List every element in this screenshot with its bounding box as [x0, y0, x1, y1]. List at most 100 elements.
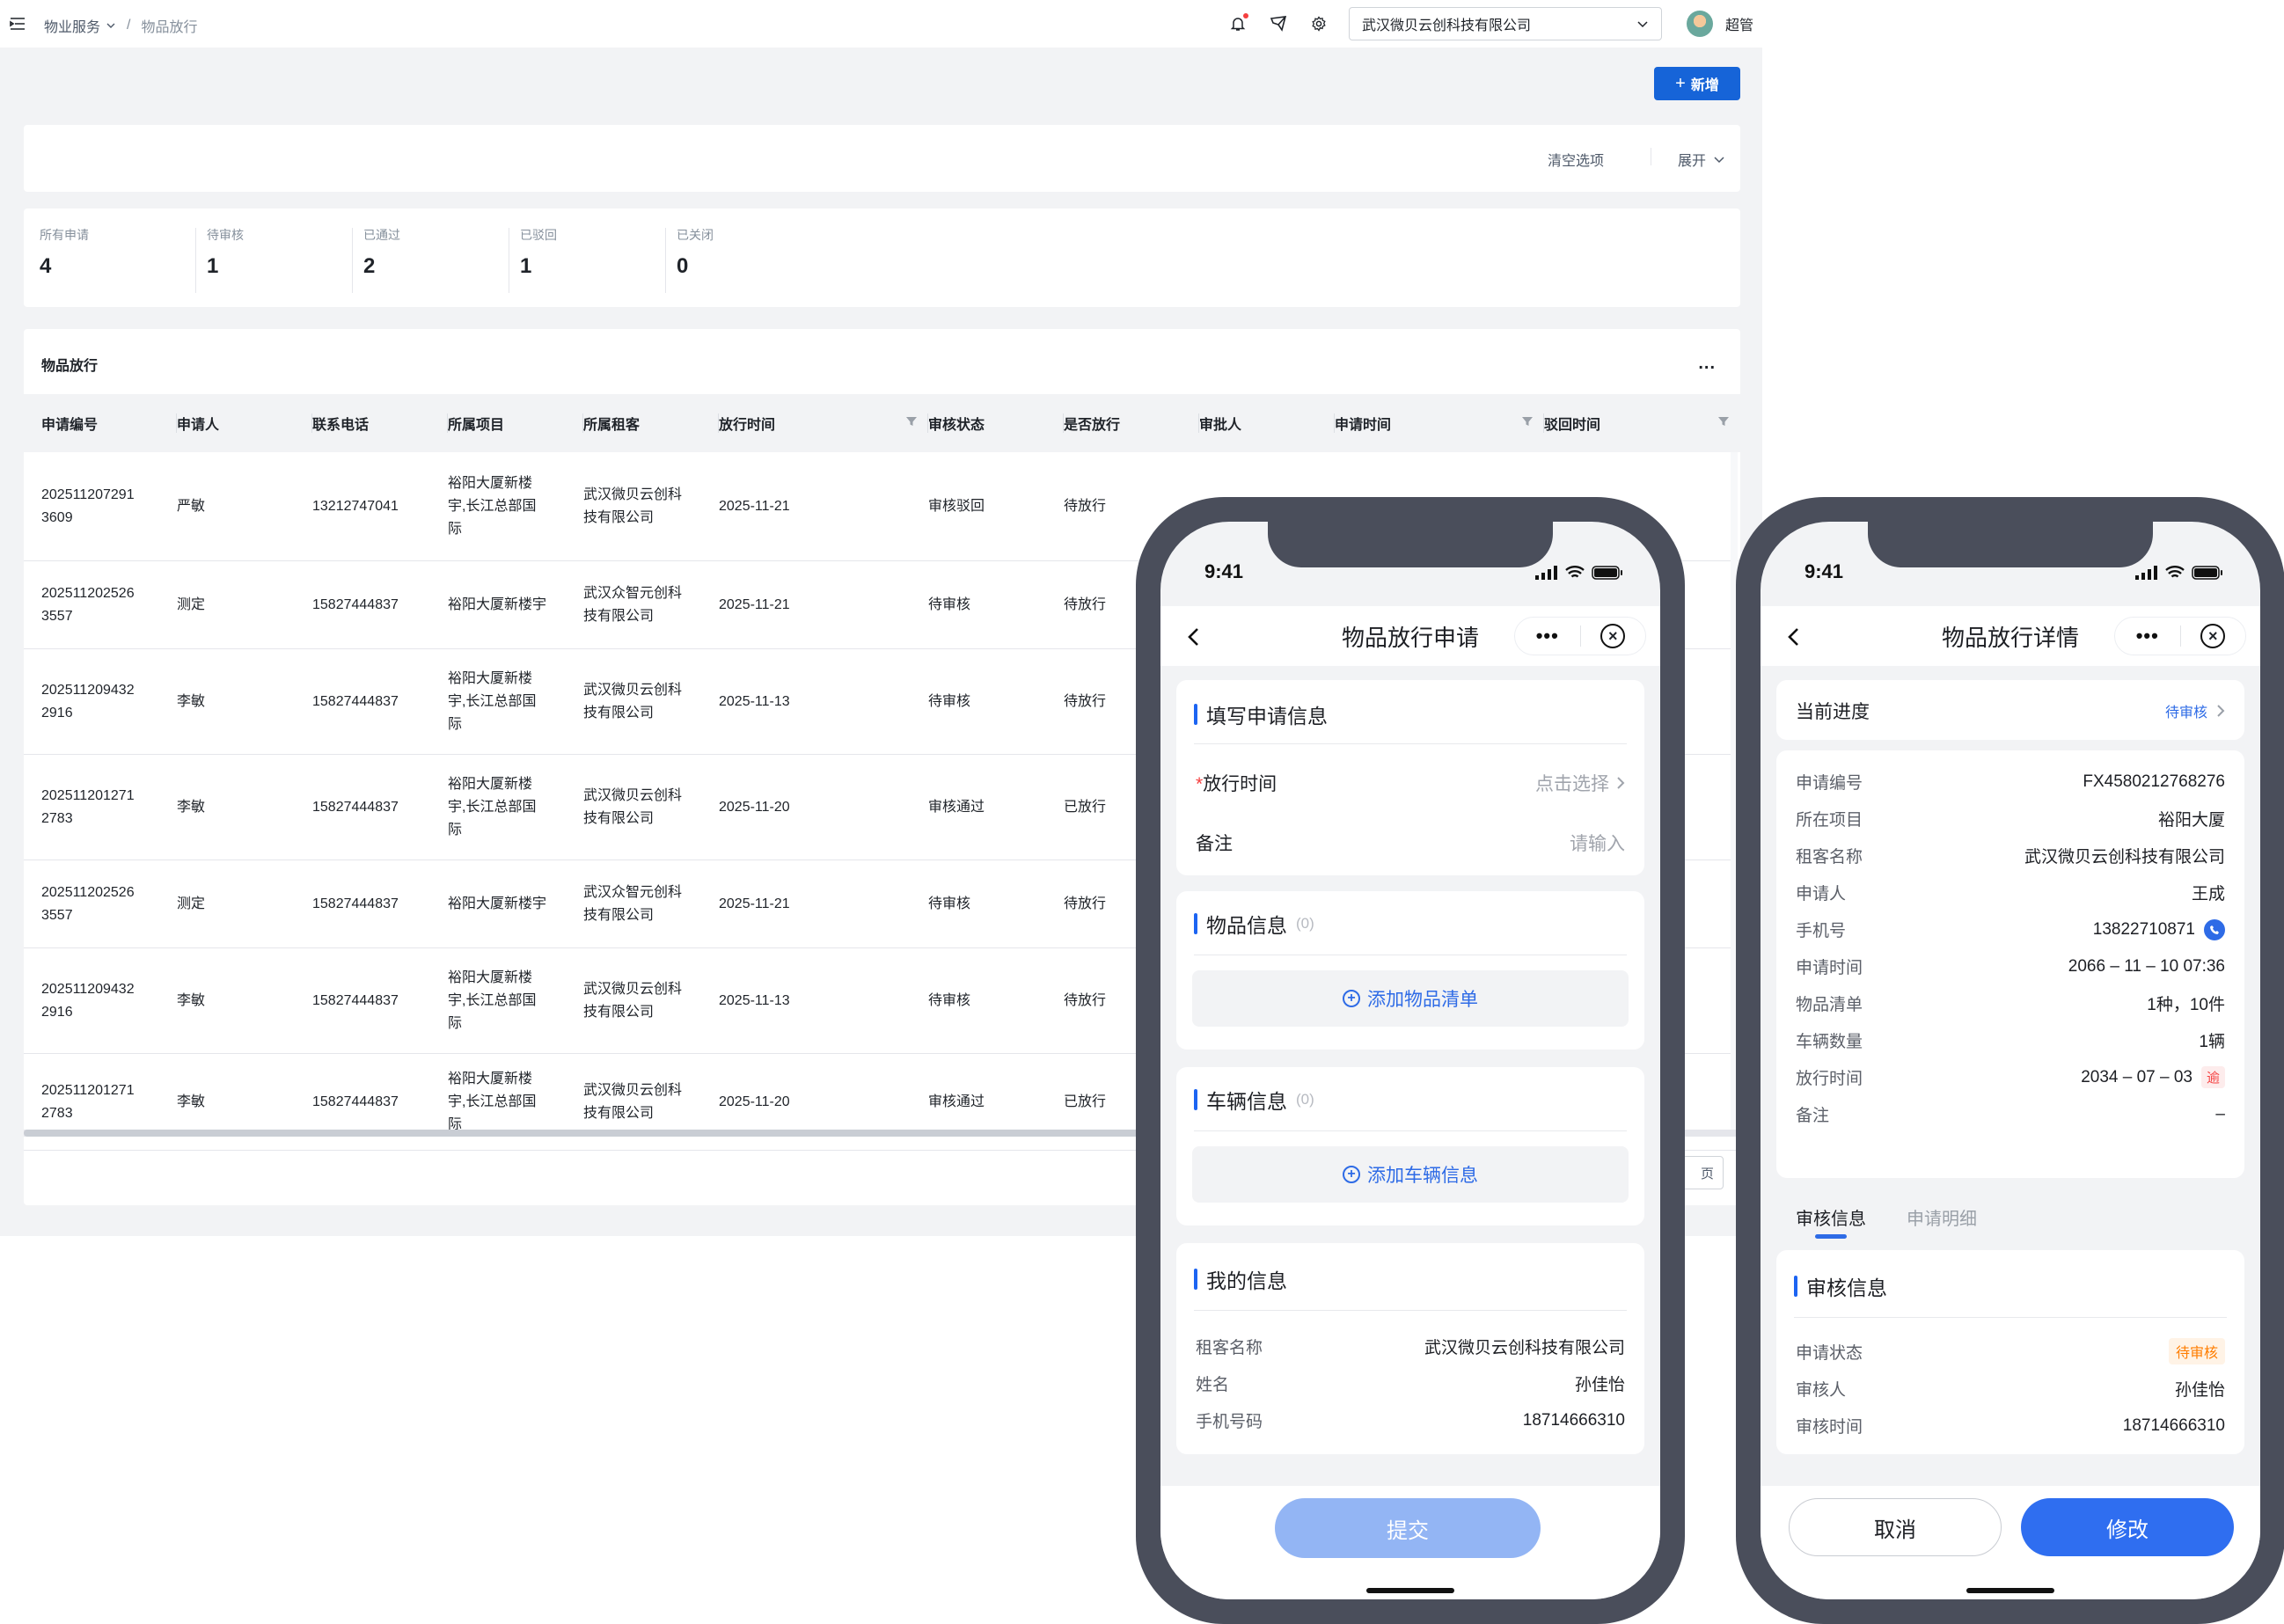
info-row: 姓名 孙佳怡	[1196, 1372, 1625, 1395]
status-stats: 所有申请 4 待审核 1 已通过 2 已驳回 1 已关闭 0	[24, 208, 1740, 307]
notification-button[interactable]	[1227, 13, 1248, 34]
info-value: 18714666310	[1522, 1410, 1625, 1430]
column-header[interactable]: 放行时间	[719, 394, 928, 452]
signal-icon	[1535, 566, 1557, 580]
status-icons	[1535, 566, 1623, 580]
table-cell: 武汉众智元创科 技有限公司	[583, 561, 719, 648]
release-status: 待放行	[1064, 498, 1107, 514]
audit-status: 待审核	[928, 896, 971, 911]
tab-audit-info[interactable]: 审核信息	[1796, 1204, 1866, 1230]
column-header[interactable]: 审批人	[1199, 394, 1335, 452]
menu-fold-icon[interactable]	[9, 15, 26, 33]
submit-button[interactable]: 提交	[1275, 1498, 1541, 1558]
wifi-icon	[1565, 566, 1585, 578]
applicant: 李敏	[177, 992, 206, 1008]
info-row: 车辆数量 1辆	[1796, 1028, 2225, 1052]
table-cell: 202511207291 3609	[41, 452, 177, 560]
table-cell: 武汉微贝云创科 技有限公司	[583, 452, 719, 560]
edit-button[interactable]: 修改	[2021, 1498, 2234, 1556]
close-button[interactable]: ×	[2181, 624, 2246, 648]
top-bar: 物业服务 / 物品放行 武汉微贝云创科技有限公司 超管	[0, 0, 1762, 48]
overdue-badge: 逾	[2200, 1066, 2225, 1088]
scrollbar-thumb[interactable]	[24, 1130, 1141, 1137]
tab-apply-detail[interactable]: 申请明细	[1907, 1204, 1977, 1230]
column-header[interactable]: 是否放行	[1064, 394, 1199, 452]
close-button[interactable]: ×	[1581, 624, 1646, 648]
release-time: 2025-11-20	[719, 799, 790, 815]
settings-button[interactable]	[1308, 13, 1329, 34]
info-key: 租客名称	[1796, 848, 1863, 867]
chevron-right-icon	[2217, 705, 2225, 717]
column-header[interactable]: 申请人	[177, 394, 312, 452]
column-header[interactable]: 所属租客	[583, 394, 719, 452]
stat-all[interactable]: 所有申请 4	[40, 226, 196, 293]
more-button[interactable]: •••	[2115, 625, 2180, 647]
stat-label: 已关闭	[677, 228, 714, 242]
cell-line: 裕阳大厦新楼	[448, 969, 533, 985]
release-time-field[interactable]: *放行时间 点击选择	[1196, 770, 1625, 796]
breadcrumb-parent[interactable]: 物业服务	[44, 15, 100, 36]
table-cell: 2025-11-21	[719, 452, 928, 560]
more-button[interactable]: •••	[1515, 625, 1580, 647]
progress-card[interactable]: 当前进度 待审核	[1776, 680, 2244, 740]
table-title: 物品放行	[41, 359, 99, 374]
stat-closed[interactable]: 已关闭 0	[666, 226, 823, 293]
info-row: 备注 –	[1796, 1102, 2225, 1126]
phone-apply: 9:41 物品放行申请 ••• × 填写申请信息 *放行时间 点击选择 备注 请…	[1136, 497, 1685, 1624]
status-badge: 待审核	[2168, 1338, 2225, 1364]
audit-status: 待审核	[928, 693, 971, 709]
clear-filters-button[interactable]: 清空选项	[1548, 149, 1604, 170]
column-header[interactable]: 审核状态	[928, 394, 1064, 452]
info-row: 申请状态 待审核	[1796, 1338, 2225, 1364]
applicant: 严敏	[177, 498, 206, 514]
column-header-label: 申请人	[177, 418, 220, 433]
stat-value: 4	[40, 254, 52, 278]
stat-pending[interactable]: 待审核 1	[196, 226, 353, 293]
more-options-button[interactable]: ...	[1698, 354, 1716, 374]
cancel-button[interactable]: 取消	[1789, 1498, 2002, 1556]
gear-icon	[1312, 16, 1326, 32]
column-header[interactable]: 申请编号	[41, 394, 177, 452]
table-cell: 15827444837	[312, 755, 448, 860]
info-value: –	[2215, 1104, 2225, 1123]
user-name[interactable]: 超管	[1725, 13, 1753, 34]
info-key: 审核时间	[1796, 1418, 1863, 1437]
column-header[interactable]: 驳回时间	[1544, 394, 1740, 452]
remark-field[interactable]: 备注 请输入	[1196, 830, 1625, 856]
cell-line: 202511202526	[41, 884, 135, 900]
filter-icon[interactable]	[1717, 415, 1730, 428]
column-header-label: 联系电话	[312, 418, 370, 433]
info-key: 审核人	[1796, 1381, 1847, 1400]
close-icon: ×	[1600, 624, 1626, 648]
column-header[interactable]: 联系电话	[312, 394, 448, 452]
table-cell: 武汉微贝云创科 技有限公司	[583, 649, 719, 754]
column-header-label: 是否放行	[1064, 418, 1121, 433]
applicant: 测定	[177, 896, 206, 911]
info-key: 手机号	[1796, 922, 1847, 940]
add-vehicle-button[interactable]: + 添加车辆信息	[1192, 1146, 1629, 1203]
avatar[interactable]	[1686, 11, 1713, 37]
cell-line: 技有限公司	[583, 608, 655, 624]
add-items-button[interactable]: + 添加物品清单	[1192, 970, 1629, 1027]
cell-line: 3557	[41, 907, 73, 923]
send-button[interactable]	[1268, 13, 1289, 34]
add-button[interactable]: + 新增	[1654, 67, 1740, 100]
filter-icon[interactable]	[1521, 415, 1534, 428]
company-select[interactable]: 武汉微贝云创科技有限公司	[1348, 7, 1662, 40]
table-cell: 15827444837	[312, 948, 448, 1053]
cell-line: 2916	[41, 1004, 73, 1020]
required-mark: *	[1196, 774, 1204, 794]
column-header[interactable]: 申请时间	[1335, 394, 1544, 452]
expand-filters-button[interactable]: 展开	[1678, 149, 1725, 170]
stat-label: 已驳回	[520, 228, 557, 242]
table-cell: 2025-11-13	[719, 649, 928, 754]
stat-rejected[interactable]: 已驳回 1	[509, 226, 666, 293]
column-header[interactable]: 所属项目	[448, 394, 583, 452]
table-cell: 裕阳大厦新楼宇	[448, 561, 583, 648]
stat-approved[interactable]: 已通过 2	[353, 226, 509, 293]
filter-icon[interactable]	[905, 415, 918, 428]
info-value: 1辆	[2199, 1033, 2225, 1051]
section-count: (0)	[1296, 1091, 1314, 1108]
phone-call-icon[interactable]	[2204, 918, 2225, 940]
table-cell: 武汉微贝云创科 技有限公司	[583, 755, 719, 860]
